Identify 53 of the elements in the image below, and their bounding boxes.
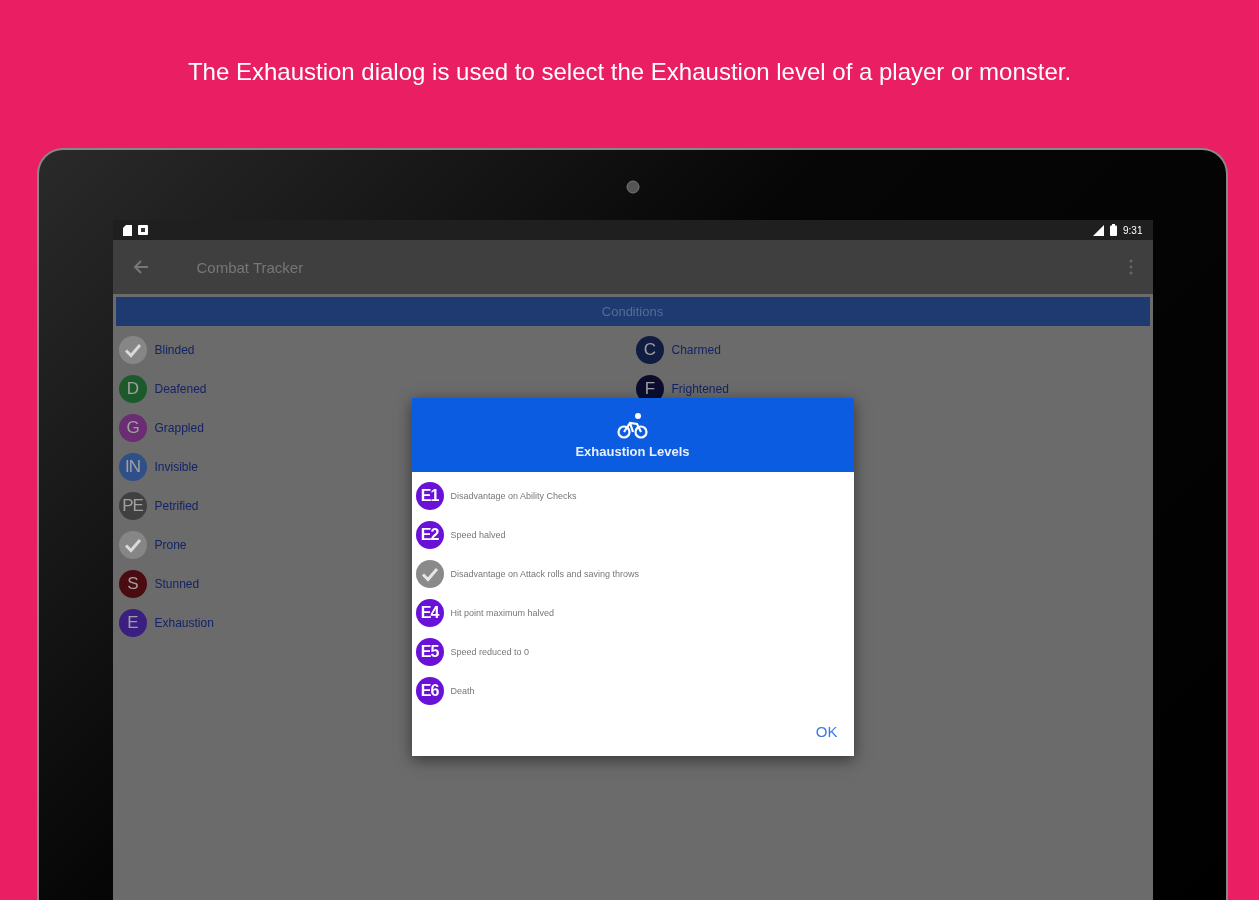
level-badge: E1: [415, 481, 444, 510]
level-badge: E2: [415, 520, 444, 549]
check-circle-icon: [118, 335, 147, 364]
level-option[interactable]: E2 Speed halved: [415, 515, 854, 554]
caption-text: The Exhaustion dialog is used to select the Exhaustion level of a player or monster.: [187, 58, 1072, 86]
clock-text: 9:31: [1123, 224, 1143, 236]
bicycle-icon: [616, 411, 649, 440]
battery-icon: [1110, 224, 1118, 236]
level-badge: E6: [415, 676, 444, 705]
ok-button[interactable]: OK: [809, 717, 844, 746]
level-badge: E4: [415, 598, 444, 627]
level-description: Disadvantage on Ability Checks: [450, 490, 577, 501]
condition-badge: C: [635, 335, 664, 364]
condition-item[interactable]: Blinded: [118, 330, 636, 369]
condition-name: Petrified: [154, 498, 199, 513]
condition-badge: PE: [118, 491, 147, 520]
condition-name: Prone: [154, 537, 187, 552]
condition-name: Invisible: [154, 459, 198, 474]
condition-name: Deafened: [154, 381, 207, 396]
condition-item[interactable]: C Charmed: [635, 330, 1153, 369]
back-arrow-icon[interactable]: [132, 259, 149, 275]
level-option[interactable]: E5 Speed reduced to 0: [415, 632, 854, 671]
condition-name: Blinded: [154, 342, 195, 357]
condition-badge: G: [118, 413, 147, 442]
level-description: Speed halved: [450, 529, 506, 540]
condition-name: Exhaustion: [154, 615, 214, 630]
section-header: Conditions: [115, 297, 1150, 326]
level-description: Speed reduced to 0: [450, 646, 530, 657]
sd-card-icon: [122, 224, 132, 236]
condition-badge: S: [118, 569, 147, 598]
condition-name: Frightened: [671, 381, 729, 396]
condition-name: Stunned: [154, 576, 200, 591]
level-option[interactable]: Disadvantage on Attack rolls and saving throws: [415, 554, 854, 593]
condition-name: Charmed: [671, 342, 721, 357]
condition-name: Grappled: [154, 420, 204, 435]
level-description: Death: [450, 685, 475, 696]
check-circle-icon: [415, 559, 444, 588]
level-option[interactable]: E4 Hit point maximum halved: [415, 593, 854, 632]
condition-badge: E: [118, 608, 147, 637]
app-title: Combat Tracker: [196, 258, 305, 276]
notification-icon: [137, 225, 148, 235]
signal-icon: [1093, 224, 1105, 236]
condition-badge: D: [118, 374, 147, 403]
condition-badge: IN: [118, 452, 147, 481]
level-option[interactable]: E1 Disadvantage on Ability Checks: [415, 476, 854, 515]
check-circle-icon: [118, 530, 147, 559]
camera-icon: [625, 180, 640, 194]
level-badge: E5: [415, 637, 444, 666]
more-options-icon[interactable]: [1128, 259, 1133, 275]
level-description: Hit point maximum halved: [450, 607, 555, 618]
condition-item[interactable]: D Deafened: [118, 369, 636, 408]
level-description: Disadvantage on Attack rolls and saving throws: [450, 568, 640, 579]
level-option[interactable]: E6 Death: [415, 671, 854, 710]
